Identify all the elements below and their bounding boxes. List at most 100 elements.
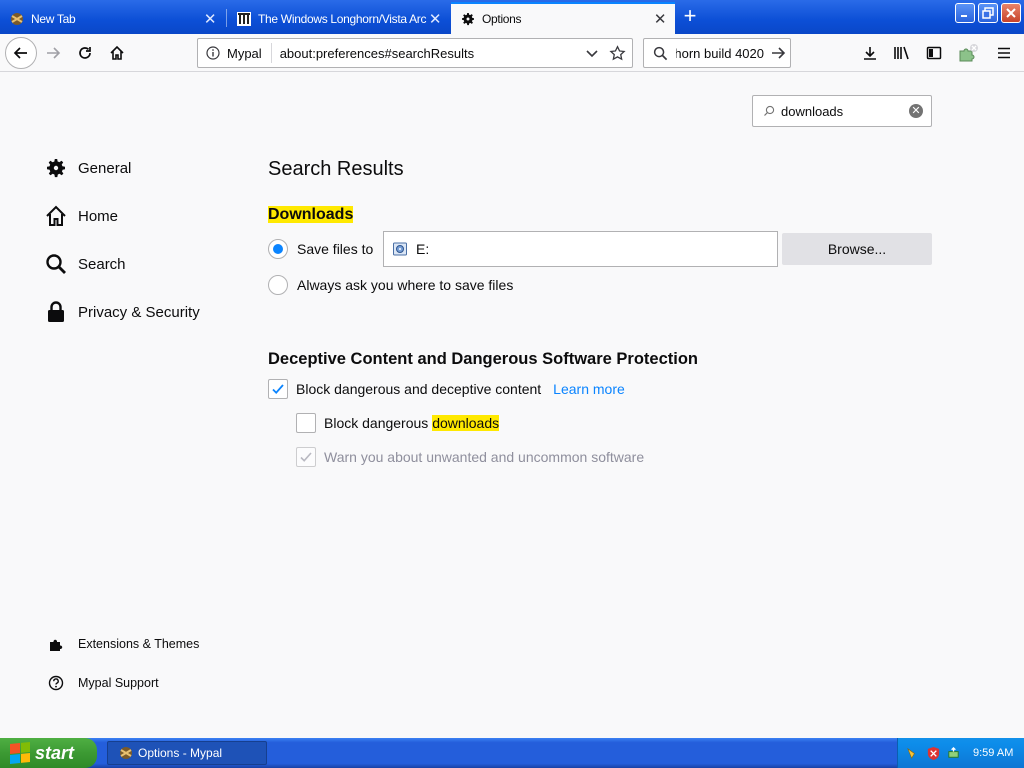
search-icon [763,105,775,117]
start-label: start [35,742,75,763]
checkmark-icon [300,452,312,462]
close-tab-icon[interactable]: ✕ [202,11,218,28]
download-icon [864,47,876,60]
block-deceptive-checkbox[interactable] [268,379,288,399]
preferences-search-input[interactable]: downloads [781,104,909,119]
block-deceptive-label: Block dangerous and deceptive content [296,381,542,397]
home-button[interactable] [103,39,131,67]
sidebar-icon [926,46,942,60]
preferences-page: downloads ✕ General Home Search Privacy … [0,72,1024,738]
download-folder-path: E: [416,241,430,257]
deceptive-content-heading: Deceptive Content and Dangerous Software… [268,350,698,368]
save-files-radio[interactable] [268,239,288,259]
always-ask-option[interactable]: Always ask you where to save files [268,275,513,295]
windows-logo-icon [10,741,30,765]
save-files-label: Save files to [297,241,374,257]
tab-strip: New Tab ✕ The Windows Longhorn/Vista Arc… [0,0,1024,34]
web-search-bar[interactable]: Longhorn build 4020 [643,38,791,68]
library-button[interactable] [888,39,916,67]
site-identity[interactable]: Mypal [198,43,272,63]
info-icon [206,46,220,60]
page-title: Search Results [268,158,404,180]
tab-longhorn-archive[interactable]: The Windows Longhorn/Vista Archive ✕ [227,3,450,34]
home-icon [44,204,68,228]
back-button[interactable] [5,37,37,69]
help-icon [46,673,66,693]
gear-icon [460,11,476,27]
search-bar-text[interactable]: Longhorn build 4020 [676,46,764,61]
tab-options[interactable]: Options ✕ [451,2,675,34]
extensions-themes-link[interactable]: Extensions & Themes [46,634,199,654]
category-general[interactable]: General [44,153,131,183]
bookmark-star-icon[interactable] [609,44,626,62]
start-button[interactable]: start [0,738,97,768]
tray-network-icon[interactable] [906,746,921,761]
hamburger-menu-icon [998,47,1010,59]
save-files-option[interactable]: Save files to [268,239,373,259]
category-search[interactable]: Search [44,249,126,279]
go-arrow-icon[interactable] [770,45,786,61]
clear-search-icon[interactable]: ✕ [909,104,923,118]
extension-puzzle-icon [959,44,978,62]
category-label: General [78,159,132,177]
checkmark-icon [272,384,284,395]
minimize-button[interactable] [955,3,975,23]
minimize-icon [961,15,967,17]
search-highlight: Downloads [268,206,354,223]
forward-arrow-icon [47,47,61,59]
tab-label: New Tab [31,11,76,26]
warn-unwanted-label: Warn you about unwanted and uncommon sof… [324,449,645,465]
tray-security-shield-icon[interactable] [926,746,941,761]
category-privacy-security[interactable]: Privacy & Security [44,297,200,327]
taskbar-item-mypal[interactable]: Options - Mypal [107,741,267,765]
tray-safely-remove-icon[interactable] [946,746,961,761]
url-bar[interactable]: Mypal about:preferences#searchResults [197,38,633,68]
footer-link-label: Mypal Support [78,676,159,690]
menu-button[interactable] [990,39,1018,67]
footer-link-label: Extensions & Themes [78,637,200,651]
close-tab-icon[interactable]: ✕ [652,11,668,28]
browse-button[interactable]: Browse... [782,233,932,265]
navigation-toolbar: Mypal about:preferences#searchResults Lo… [0,34,1024,72]
maximize-button[interactable] [978,3,998,23]
block-downloads-option[interactable]: Block dangerous downloads [296,413,500,433]
search-highlight: downloads [432,415,500,431]
close-window-button[interactable] [1001,3,1021,23]
category-home[interactable]: Home [44,201,118,231]
downloads-heading: Downloads [268,206,354,224]
taskbar: start Options - Mypal 9:59 AM [0,738,1024,768]
taskbar-item-label: Options - Mypal [138,746,223,760]
tab-label: The Windows Longhorn/Vista Archive [258,11,427,26]
downloads-button[interactable] [856,39,884,67]
always-ask-label: Always ask you where to save files [297,277,514,293]
reload-icon [79,47,91,59]
mypal-icon [118,745,134,761]
warn-unwanted-checkbox [296,447,316,467]
always-ask-radio[interactable] [268,275,288,295]
preferences-search-box[interactable]: downloads ✕ [752,95,932,127]
sidebar-button[interactable] [920,39,948,67]
extension-button[interactable] [954,39,982,67]
block-downloads-checkbox[interactable] [296,413,316,433]
system-tray: 9:59 AM [897,738,1024,768]
gear-icon [44,156,68,180]
lock-icon [44,300,68,324]
url-dropdown-icon[interactable] [585,46,599,60]
reload-button[interactable] [71,39,99,67]
mypal-icon [9,11,25,27]
clock: 9:59 AM [973,747,1014,759]
search-icon [44,252,68,276]
url-text[interactable]: about:preferences#searchResults [280,46,585,61]
tab-new-tab[interactable]: New Tab ✕ [0,3,225,34]
puzzle-icon [46,634,66,654]
mypal-support-link[interactable]: Mypal Support [46,673,159,693]
library-icon [894,46,909,60]
close-tab-icon[interactable]: ✕ [427,11,443,28]
category-label: Search [78,255,126,273]
warn-unwanted-option: Warn you about unwanted and uncommon sof… [296,447,644,467]
search-icon [653,46,668,61]
new-tab-plus-icon[interactable]: + [678,5,702,28]
forward-button[interactable] [39,39,67,67]
block-deceptive-option[interactable]: Block dangerous and deceptive content Le… [268,379,625,399]
learn-more-link[interactable]: Learn more [553,381,625,397]
